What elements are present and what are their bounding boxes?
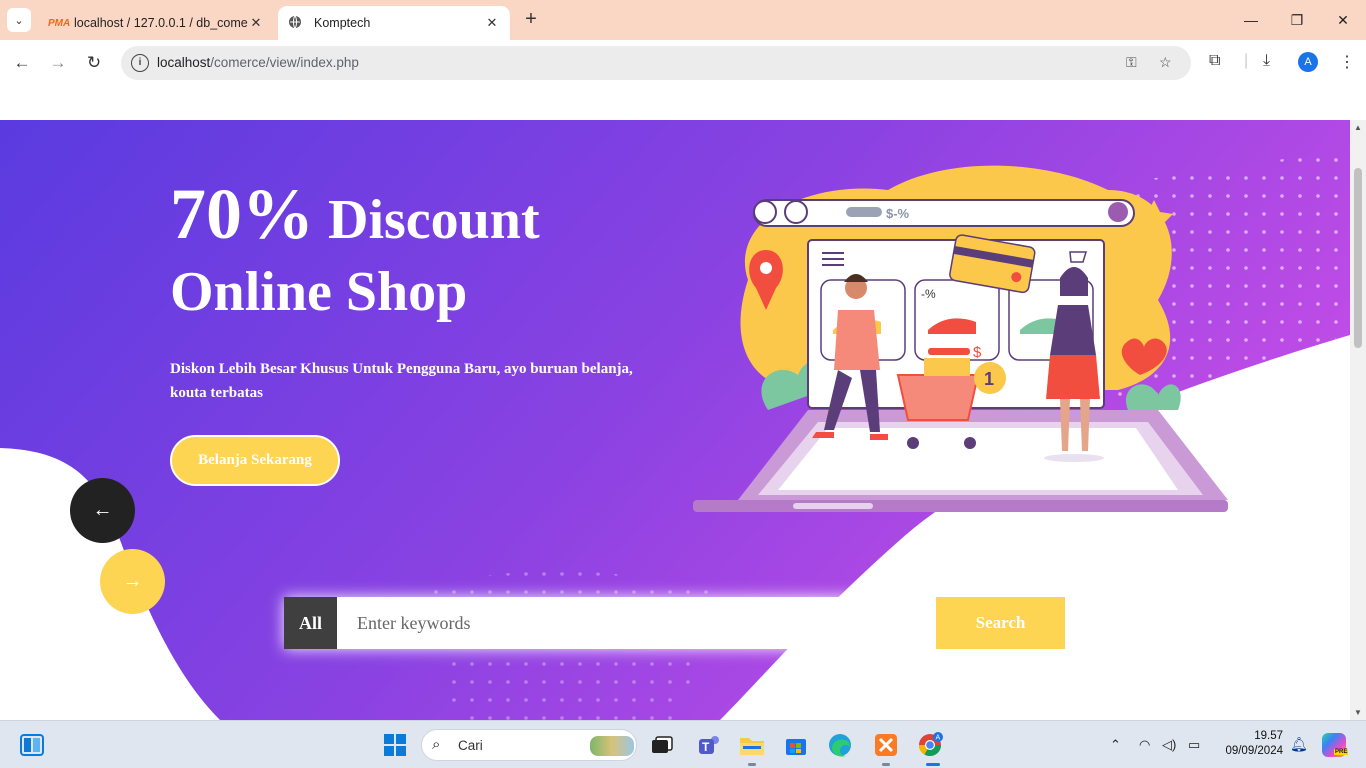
close-icon[interactable]: ✕ [484,15,500,31]
file-explorer-icon[interactable] [738,731,766,759]
carousel-prev-button[interactable]: ← [70,478,135,543]
illustration-cart-badge: 1 [984,369,994,389]
extensions-icon[interactable]: ⧉ [1209,52,1220,70]
tab-title: localhost / 127.0.0.1 / db_comerce [74,16,248,30]
battery-icon[interactable]: ▭ [1188,737,1200,753]
download-icon[interactable]: ⤓ [1263,52,1270,70]
running-indicator [748,763,756,766]
running-indicator [882,763,890,766]
wifi-icon[interactable]: ◠ [1139,737,1150,753]
search-highlight-image [590,736,634,756]
restore-button[interactable]: ❐ [1285,8,1309,32]
hero-title-percent: 70% [170,174,314,254]
page-viewport: 70% Discount Online Shop Diskon Lebih Be… [0,86,1366,720]
page-scrollbar[interactable]: ▲ ▼ [1350,120,1366,720]
browser-toolbar: ← → ↻ i localhost/comerce/view/index.php… [0,40,1366,86]
illustration-discount-tag: -% [921,287,936,301]
illustration-price-symbol: $ [973,344,982,361]
volume-icon[interactable]: ◁) [1162,737,1176,753]
chrome-browser-icon[interactable]: A [916,731,944,759]
copilot-preview-badge: PRE [1334,749,1349,755]
tab-phpmyadmin[interactable]: PMA localhost / 127.0.0.1 / db_comerce ✕ [38,6,274,40]
tab-komptech[interactable]: Komptech ✕ [278,6,510,40]
search-button[interactable]: Search [936,597,1065,649]
online-shopping-illustration: $-% -% $ 1 [693,165,1228,512]
xampp-icon[interactable] [872,731,900,759]
teams-icon[interactable]: T [695,731,723,759]
forward-button[interactable]: → [45,50,71,76]
edge-browser-icon[interactable] [826,731,854,759]
taskbar-search[interactable]: ⌕ Cari [421,729,637,761]
microsoft-store-icon[interactable] [782,731,810,759]
tab-title: Komptech [314,16,371,30]
url-path: /comerce/view/index.php [210,55,359,70]
task-view-icon[interactable] [648,731,676,759]
scroll-thumb[interactable] [1354,168,1362,348]
scroll-up-arrow-icon[interactable]: ▲ [1354,123,1362,132]
url-host: localhost [157,55,211,70]
active-indicator [926,763,940,766]
search-category-button[interactable]: All [284,597,337,649]
browser-tab-strip: ⌄ PMA localhost / 127.0.0.1 / db_comerce… [0,0,1366,40]
search-icon: ⌕ [432,736,441,753]
toolbar-divider: | [1244,52,1249,69]
new-tab-button[interactable]: + [520,8,542,30]
kebab-menu-icon[interactable]: ⋮ [1339,52,1355,72]
taskbar-search-label: Cari [458,738,483,753]
hero-banner: 70% Discount Online Shop Diskon Lebih Be… [0,120,1350,720]
site-info-icon[interactable]: i [131,54,149,72]
illustration-search-text: $-% [886,206,910,221]
notification-bell-icon[interactable]: 🔔︎ [1290,736,1308,753]
tab-search-button[interactable]: ⌄ [7,8,31,32]
back-button[interactable]: ← [9,50,35,76]
clock-time: 19.57 [1254,730,1283,742]
product-search-bar: All Search [284,597,1065,649]
profile-avatar[interactable]: A [1298,52,1318,72]
clock-date: 09/09/2024 [1225,745,1283,757]
scroll-down-arrow-icon[interactable]: ▼ [1354,708,1362,717]
search-input[interactable] [337,597,936,649]
hero-title: 70% Discount Online Shop [170,178,540,328]
reload-button[interactable]: ↻ [81,50,107,76]
password-key-icon[interactable]: ⚿ [1126,54,1137,71]
globe-icon [288,15,306,32]
carousel-next-button[interactable]: → [100,549,165,614]
windows-taskbar: ⌕ Cari T A ⌃ ◠ ◁) ▭ 19.57 09/09/2024 🔔︎ … [0,720,1366,768]
close-icon[interactable]: ✕ [248,15,264,31]
close-window-button[interactable]: ✕ [1331,8,1355,32]
chevron-up-icon[interactable]: ⌃ [1110,737,1121,753]
svg-text:T: T [702,740,710,754]
phpmyadmin-icon: PMA [48,17,71,29]
windows-start-icon[interactable] [381,731,409,759]
hero-subtitle: Diskon Lebih Besar Khusus Untuk Pengguna… [170,361,633,401]
chrome-profile-badge: A [936,735,941,742]
widgets-icon[interactable] [18,731,46,759]
hero-title-line2: Online Shop [170,261,468,323]
bookmark-star-icon[interactable]: ☆ [1159,54,1172,71]
url-text[interactable]: localhost/comerce/view/index.php [157,55,359,70]
address-bar[interactable]: i localhost/comerce/view/index.php ⚿ ☆ [121,46,1191,80]
page-header-strip [0,86,1350,120]
minimize-button[interactable]: — [1239,8,1263,32]
shop-now-button[interactable]: Belanja Sekarang [170,435,340,486]
hero-title-discount: Discount [314,189,540,251]
system-clock[interactable]: 19.57 09/09/2024 [1221,729,1283,759]
